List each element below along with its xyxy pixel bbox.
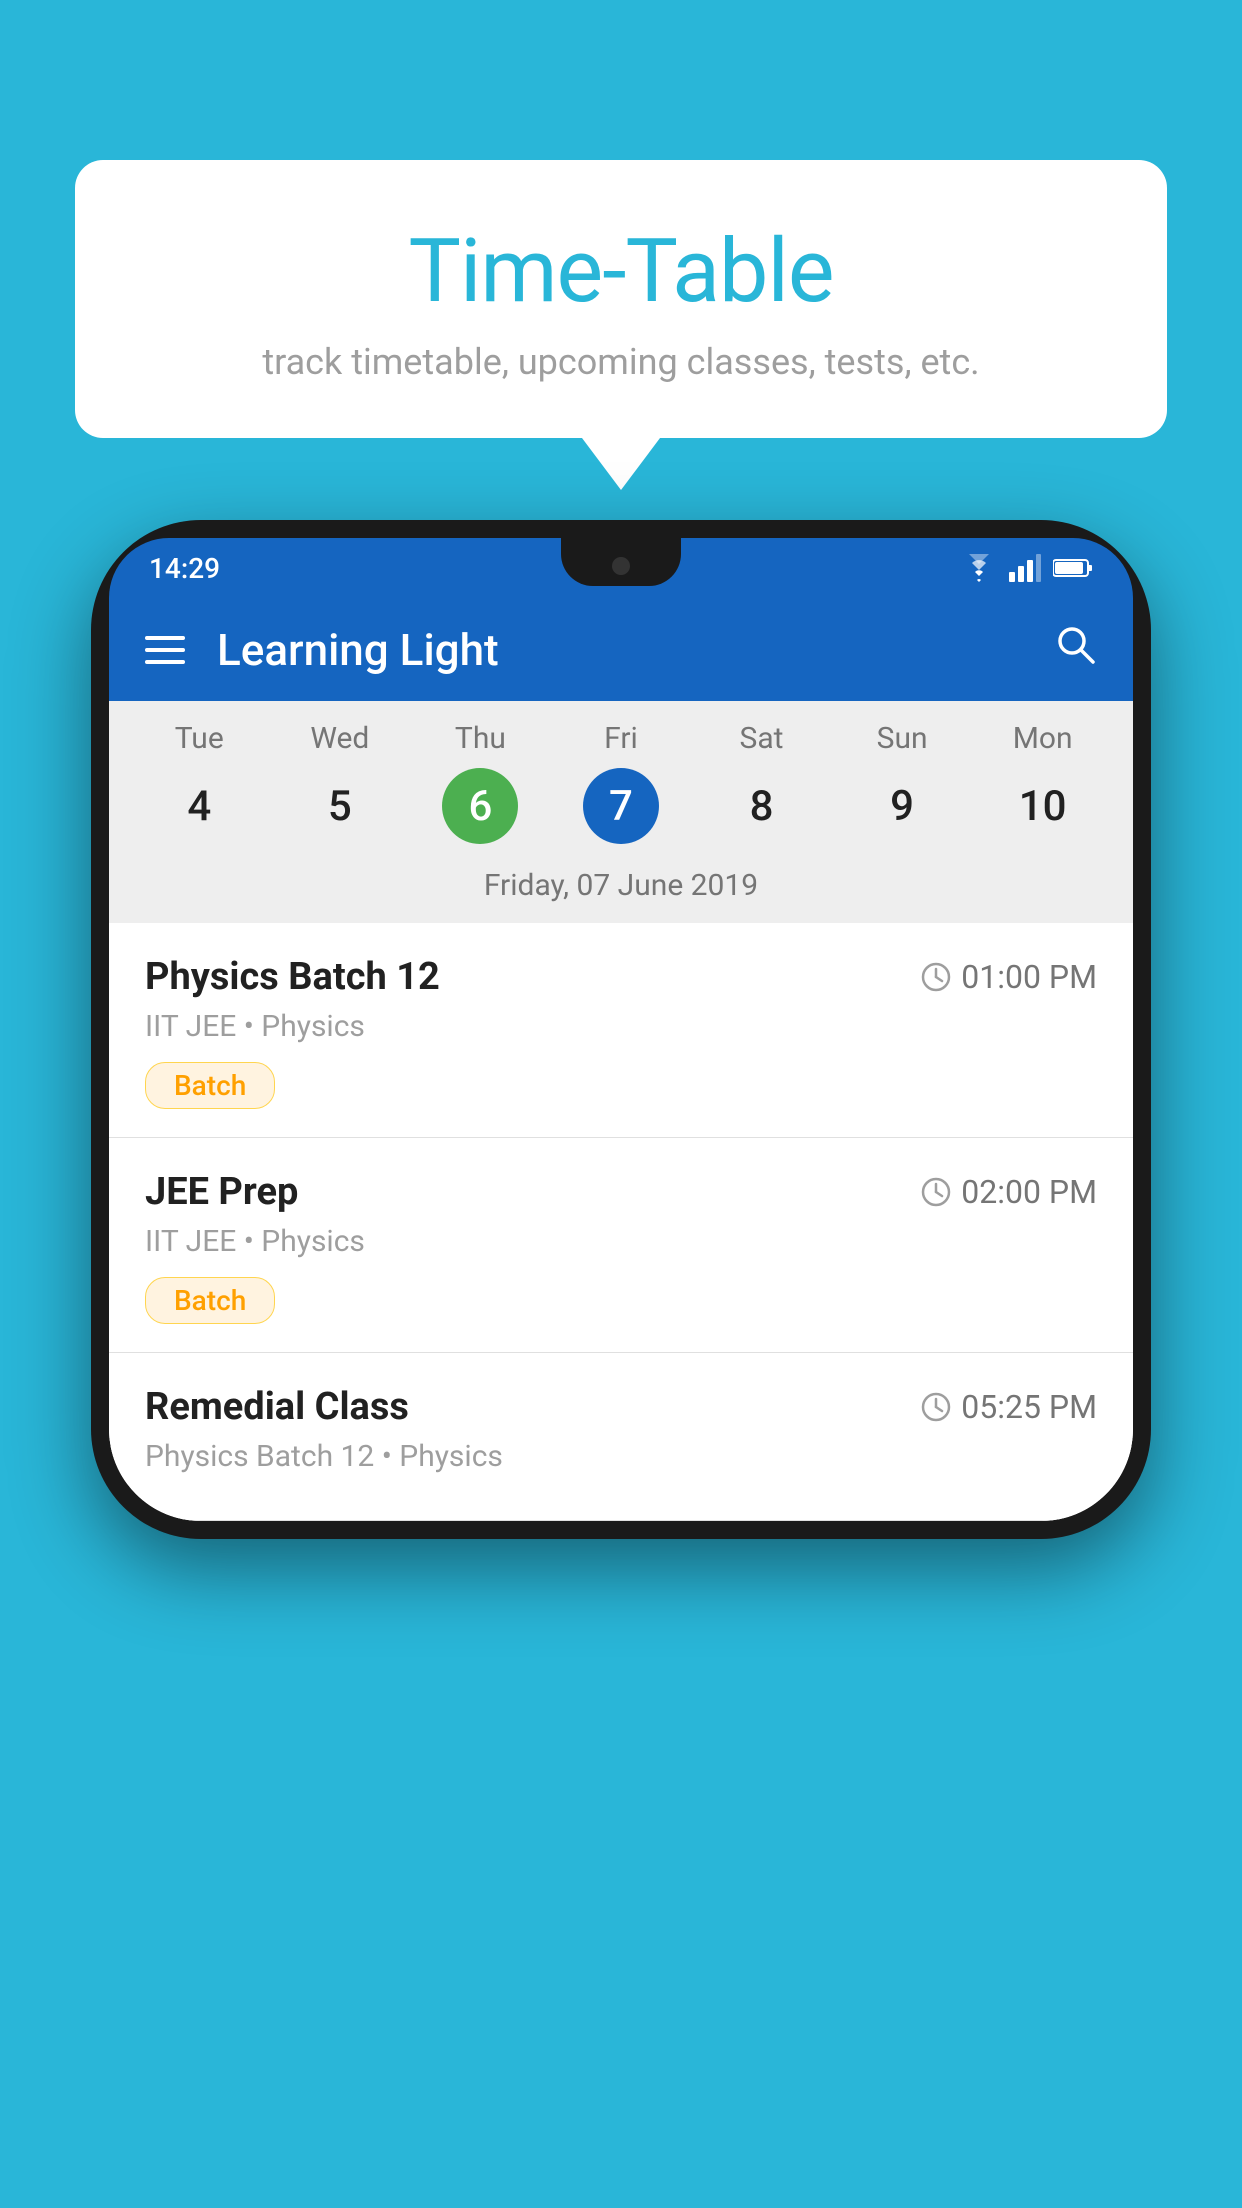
search-button[interactable]: [1053, 622, 1097, 677]
status-icons: [961, 554, 1093, 582]
day-name: Mon: [1013, 721, 1073, 756]
item-title: Physics Batch 12: [145, 955, 440, 999]
bubble-title: Time-Table: [115, 220, 1127, 323]
hamburger-line-1: [145, 636, 185, 640]
day-number: 10: [1005, 768, 1081, 844]
day-name: Tue: [175, 721, 224, 756]
calendar-strip: Tue 4 Wed 5 Thu 6 Fri 7 Sat 8 Sun 9 Mon 10 Friday, 07…: [109, 701, 1133, 923]
bubble-subtitle: track timetable, upcoming classes, tests…: [115, 341, 1127, 383]
batch-badge: Batch: [145, 1277, 275, 1324]
day-col[interactable]: Thu 6: [415, 721, 545, 854]
day-col[interactable]: Wed 5: [275, 721, 405, 854]
days-row: Tue 4 Wed 5 Thu 6 Fri 7 Sat 8 Sun 9 Mon 10: [109, 721, 1133, 854]
wifi-icon: [961, 554, 997, 582]
item-time: 02:00 PM: [921, 1173, 1097, 1211]
day-number: 6: [442, 768, 518, 844]
phone-mockup: 14:29: [91, 520, 1151, 1539]
item-subtitle: Physics Batch 12 • Physics: [145, 1439, 1097, 1474]
status-time: 14:29: [149, 552, 220, 585]
day-col[interactable]: Sun 9: [837, 721, 967, 854]
day-col[interactable]: Fri 7: [556, 721, 686, 854]
day-name: Thu: [455, 721, 506, 756]
day-name: Wed: [310, 721, 369, 756]
day-name: Sat: [740, 721, 784, 756]
item-time: 05:25 PM: [921, 1388, 1097, 1426]
item-title: Remedial Class: [145, 1385, 409, 1429]
day-col[interactable]: Mon 10: [978, 721, 1108, 854]
clock-icon: [921, 962, 951, 992]
phone-outer: 14:29: [91, 520, 1151, 1539]
selected-date-label: Friday, 07 June 2019: [109, 854, 1133, 923]
hamburger-line-3: [145, 660, 185, 664]
battery-icon: [1053, 557, 1093, 579]
schedule-item-header: JEE Prep 02:00 PM: [145, 1170, 1097, 1214]
speech-bubble: Time-Table track timetable, upcoming cla…: [75, 160, 1167, 438]
item-time: 01:00 PM: [921, 958, 1097, 996]
clock-icon: [921, 1392, 951, 1422]
item-subtitle: IIT JEE • Physics: [145, 1224, 1097, 1259]
day-number: 5: [302, 768, 378, 844]
app-title: Learning Light: [217, 624, 1053, 676]
day-name: Fri: [604, 721, 638, 756]
camera-dot: [612, 557, 630, 575]
hamburger-line-2: [145, 648, 185, 652]
signal-icon: [1009, 554, 1041, 582]
speech-bubble-container: Time-Table track timetable, upcoming cla…: [75, 160, 1167, 438]
day-number: 9: [864, 768, 940, 844]
schedule-item[interactable]: JEE Prep 02:00 PM IIT JEE • Physics Batch: [109, 1138, 1133, 1353]
schedule-item[interactable]: Physics Batch 12 01:00 PM IIT JEE • Physi…: [109, 923, 1133, 1138]
day-number: 8: [724, 768, 800, 844]
schedule-list: Physics Batch 12 01:00 PM IIT JEE • Physi…: [109, 923, 1133, 1521]
status-bar: 14:29: [109, 538, 1133, 598]
day-name: Sun: [877, 721, 928, 756]
app-bar: Learning Light: [109, 598, 1133, 701]
item-title: JEE Prep: [145, 1170, 298, 1214]
notch: [561, 538, 681, 586]
clock-icon: [921, 1177, 951, 1207]
day-number: 7: [583, 768, 659, 844]
schedule-item-header: Physics Batch 12 01:00 PM: [145, 955, 1097, 999]
item-subtitle: IIT JEE • Physics: [145, 1009, 1097, 1044]
hamburger-menu-icon[interactable]: [145, 636, 185, 664]
schedule-item-header: Remedial Class 05:25 PM: [145, 1385, 1097, 1429]
batch-badge: Batch: [145, 1062, 275, 1109]
schedule-item[interactable]: Remedial Class 05:25 PM Physics Batch 12 …: [109, 1353, 1133, 1521]
day-col[interactable]: Sat 8: [697, 721, 827, 854]
phone-screen: Learning Light Tue4Wed5Thu6Fri7Sat8Sun9M…: [109, 598, 1133, 1521]
day-number: 4: [161, 768, 237, 844]
day-col[interactable]: Tue 4: [134, 721, 264, 854]
